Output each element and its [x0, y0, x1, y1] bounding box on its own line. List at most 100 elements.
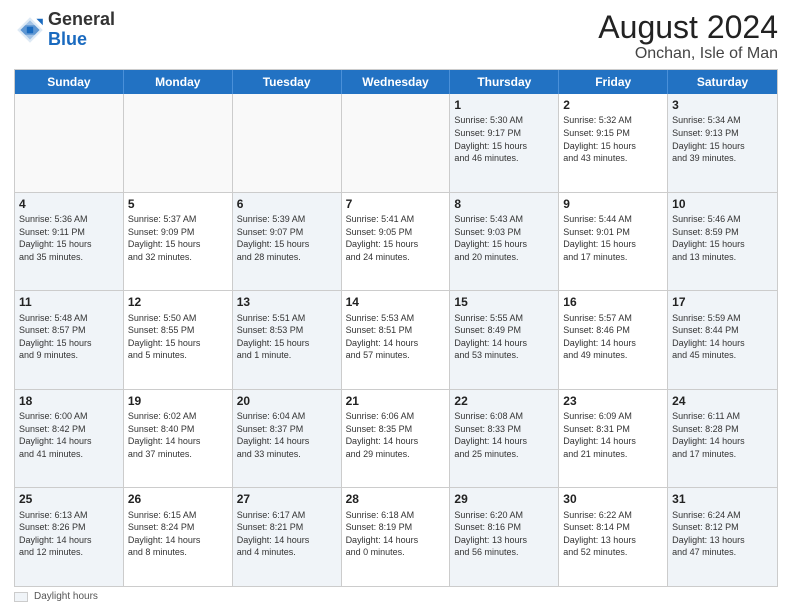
calendar-cell: 1Sunrise: 5:30 AM Sunset: 9:17 PM Daylig…: [450, 94, 559, 192]
cell-info: Sunrise: 6:11 AM Sunset: 8:28 PM Dayligh…: [672, 410, 773, 460]
month-title: August 2024: [598, 10, 778, 45]
calendar-cell: 18Sunrise: 6:00 AM Sunset: 8:42 PM Dayli…: [15, 390, 124, 488]
day-number: 12: [128, 294, 228, 310]
calendar-cell: 14 Sunrise: 5:53 AM Sunset: 8:51 PM Dayli…: [342, 291, 451, 389]
location-title: Onchan, Isle of Man: [598, 45, 778, 63]
page: General Blue August 2024 Onchan, Isle of…: [0, 0, 792, 612]
logo-general: General: [48, 10, 115, 30]
day-number: 6: [237, 196, 337, 212]
calendar-week-row: 11 Sunrise: 5:48 AM Sunset: 8:57 PM Dayli…: [15, 291, 777, 390]
cell-info: Sunrise: 5:53 AM Sunset: 8:51 PM Dayligh…: [346, 312, 446, 362]
cell-info: Sunrise: 6:15 AM Sunset: 8:24 PM Dayligh…: [128, 509, 228, 559]
calendar-cell: 29 Sunrise: 6:20 AM Sunset: 8:16 PM Dayli…: [450, 488, 559, 586]
day-number: 19: [128, 393, 228, 409]
cell-info: Sunrise: 6:00 AM Sunset: 8:42 PM Dayligh…: [19, 410, 119, 460]
day-number: 11: [19, 294, 119, 310]
calendar-cell: 27 Sunrise: 6:17 AM Sunset: 8:21 PM Dayli…: [233, 488, 342, 586]
cell-info: Sunrise: 5:36 AM Sunset: 9:11 PM Dayligh…: [19, 213, 119, 263]
day-number: 3: [672, 97, 773, 113]
calendar-cell: 23Sunrise: 6:09 AM Sunset: 8:31 PM Dayli…: [559, 390, 668, 488]
cell-info: Sunrise: 5:34 AM Sunset: 9:13 PM Dayligh…: [672, 114, 773, 164]
calendar-cell: [233, 94, 342, 192]
calendar-cell: 31Sunrise: 6:24 AM Sunset: 8:12 PM Dayli…: [668, 488, 777, 586]
day-number: 27: [237, 491, 337, 507]
calendar-cell: [15, 94, 124, 192]
cell-info: Sunrise: 5:50 AM Sunset: 8:55 PM Dayligh…: [128, 312, 228, 362]
calendar-header-row: SundayMondayTuesdayWednesdayThursdayFrid…: [15, 70, 777, 94]
calendar-header-day: Sunday: [15, 70, 124, 94]
cell-info: Sunrise: 5:37 AM Sunset: 9:09 PM Dayligh…: [128, 213, 228, 263]
day-number: 28: [346, 491, 446, 507]
calendar-cell: 21Sunrise: 6:06 AM Sunset: 8:35 PM Dayli…: [342, 390, 451, 488]
calendar-cell: 11 Sunrise: 5:48 AM Sunset: 8:57 PM Dayli…: [15, 291, 124, 389]
cell-info: Sunrise: 6:18 AM Sunset: 8:19 PM Dayligh…: [346, 509, 446, 559]
calendar-body: 1Sunrise: 5:30 AM Sunset: 9:17 PM Daylig…: [15, 94, 777, 586]
day-number: 18: [19, 393, 119, 409]
day-number: 7: [346, 196, 446, 212]
day-number: 25: [19, 491, 119, 507]
calendar: SundayMondayTuesdayWednesdayThursdayFrid…: [14, 69, 778, 587]
cell-info: Sunrise: 6:02 AM Sunset: 8:40 PM Dayligh…: [128, 410, 228, 460]
header: General Blue August 2024 Onchan, Isle of…: [14, 10, 778, 63]
day-number: 30: [563, 491, 663, 507]
cell-info: Sunrise: 5:48 AM Sunset: 8:57 PM Dayligh…: [19, 312, 119, 362]
calendar-week-row: 18Sunrise: 6:00 AM Sunset: 8:42 PM Dayli…: [15, 390, 777, 489]
calendar-cell: 9Sunrise: 5:44 AM Sunset: 9:01 PM Daylig…: [559, 193, 668, 291]
calendar-cell: 7Sunrise: 5:41 AM Sunset: 9:05 PM Daylig…: [342, 193, 451, 291]
calendar-header-day: Friday: [559, 70, 668, 94]
logo: General Blue: [14, 10, 115, 50]
calendar-header-day: Tuesday: [233, 70, 342, 94]
daylight-label: Daylight hours: [34, 591, 98, 602]
cell-info: Sunrise: 5:55 AM Sunset: 8:49 PM Dayligh…: [454, 312, 554, 362]
day-number: 26: [128, 491, 228, 507]
day-number: 21: [346, 393, 446, 409]
calendar-cell: 10Sunrise: 5:46 AM Sunset: 8:59 PM Dayli…: [668, 193, 777, 291]
day-number: 14: [346, 294, 446, 310]
cell-info: Sunrise: 5:41 AM Sunset: 9:05 PM Dayligh…: [346, 213, 446, 263]
cell-info: Sunrise: 5:46 AM Sunset: 8:59 PM Dayligh…: [672, 213, 773, 263]
cell-info: Sunrise: 5:43 AM Sunset: 9:03 PM Dayligh…: [454, 213, 554, 263]
cell-info: Sunrise: 6:24 AM Sunset: 8:12 PM Dayligh…: [672, 509, 773, 559]
logo-text: General Blue: [48, 10, 115, 50]
cell-info: Sunrise: 5:57 AM Sunset: 8:46 PM Dayligh…: [563, 312, 663, 362]
logo-icon: [14, 14, 46, 46]
day-number: 2: [563, 97, 663, 113]
daylight-box-icon: [14, 592, 28, 602]
calendar-header-day: Monday: [124, 70, 233, 94]
day-number: 15: [454, 294, 554, 310]
day-number: 13: [237, 294, 337, 310]
calendar-cell: 6Sunrise: 5:39 AM Sunset: 9:07 PM Daylig…: [233, 193, 342, 291]
title-block: August 2024 Onchan, Isle of Man: [598, 10, 778, 63]
calendar-cell: [124, 94, 233, 192]
cell-info: Sunrise: 6:13 AM Sunset: 8:26 PM Dayligh…: [19, 509, 119, 559]
calendar-cell: 13Sunrise: 5:51 AM Sunset: 8:53 PM Dayli…: [233, 291, 342, 389]
calendar-cell: 25 Sunrise: 6:13 AM Sunset: 8:26 PM Dayli…: [15, 488, 124, 586]
cell-info: Sunrise: 6:09 AM Sunset: 8:31 PM Dayligh…: [563, 410, 663, 460]
cell-info: Sunrise: 6:06 AM Sunset: 8:35 PM Dayligh…: [346, 410, 446, 460]
calendar-header-day: Thursday: [450, 70, 559, 94]
calendar-cell: [342, 94, 451, 192]
cell-info: Sunrise: 6:20 AM Sunset: 8:16 PM Dayligh…: [454, 509, 554, 559]
day-number: 23: [563, 393, 663, 409]
calendar-cell: 4Sunrise: 5:36 AM Sunset: 9:11 PM Daylig…: [15, 193, 124, 291]
cell-info: Sunrise: 5:59 AM Sunset: 8:44 PM Dayligh…: [672, 312, 773, 362]
day-number: 8: [454, 196, 554, 212]
day-number: 1: [454, 97, 554, 113]
day-number: 29: [454, 491, 554, 507]
day-number: 24: [672, 393, 773, 409]
day-number: 16: [563, 294, 663, 310]
calendar-header-day: Saturday: [668, 70, 777, 94]
cell-info: Sunrise: 6:04 AM Sunset: 8:37 PM Dayligh…: [237, 410, 337, 460]
calendar-cell: 28 Sunrise: 6:18 AM Sunset: 8:19 PM Dayli…: [342, 488, 451, 586]
day-number: 20: [237, 393, 337, 409]
calendar-cell: 30Sunrise: 6:22 AM Sunset: 8:14 PM Dayli…: [559, 488, 668, 586]
calendar-cell: 12 Sunrise: 5:50 AM Sunset: 8:55 PM Dayli…: [124, 291, 233, 389]
day-number: 17: [672, 294, 773, 310]
day-number: 5: [128, 196, 228, 212]
calendar-header-day: Wednesday: [342, 70, 451, 94]
calendar-cell: 26 Sunrise: 6:15 AM Sunset: 8:24 PM Dayli…: [124, 488, 233, 586]
calendar-cell: 3Sunrise: 5:34 AM Sunset: 9:13 PM Daylig…: [668, 94, 777, 192]
cell-info: Sunrise: 6:17 AM Sunset: 8:21 PM Dayligh…: [237, 509, 337, 559]
day-number: 10: [672, 196, 773, 212]
cell-info: Sunrise: 5:30 AM Sunset: 9:17 PM Dayligh…: [454, 114, 554, 164]
